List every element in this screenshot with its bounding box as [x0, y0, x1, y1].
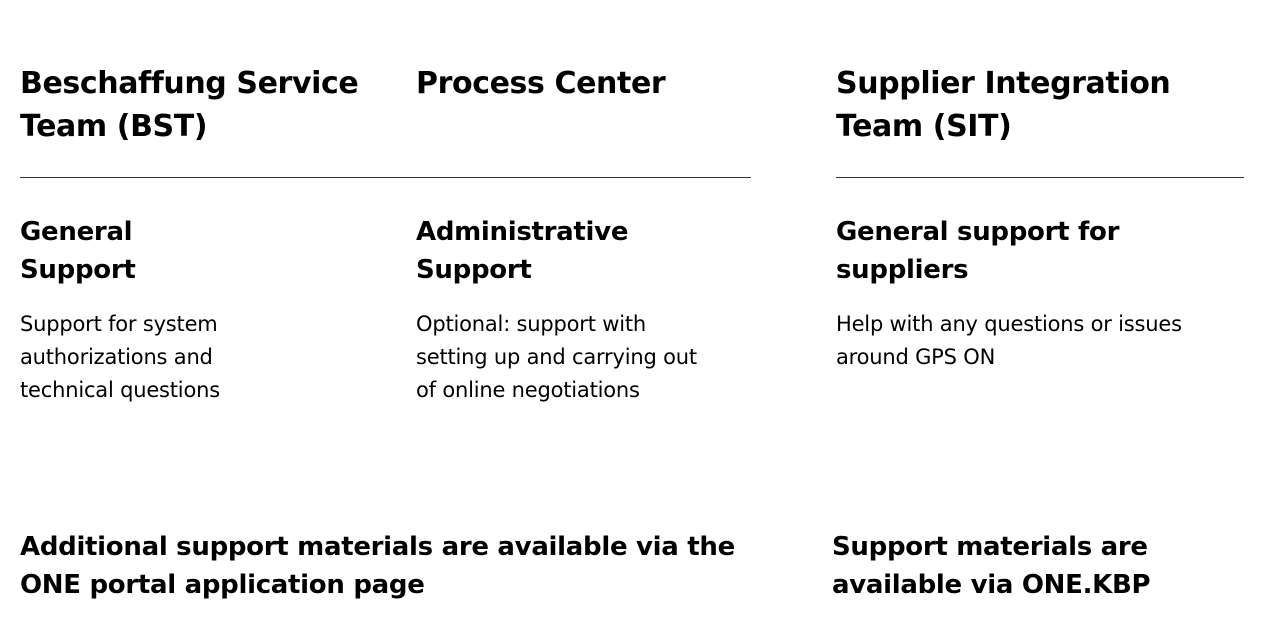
support-description-general: Support for system authorizations and te…: [20, 308, 220, 407]
team-title-line: Beschaffung Service: [20, 66, 359, 101]
team-title-sit: Supplier Integration Team (SIT): [836, 62, 1171, 148]
footer-note-line: Additional support materials are availab…: [20, 532, 735, 562]
team-title-line: Supplier Integration: [836, 66, 1171, 101]
team-title-line: Team (SIT): [836, 109, 1012, 144]
team-title-line: Team (BST): [20, 109, 208, 144]
support-description-suppliers: Help with any questions or issues around…: [836, 308, 1182, 374]
support-title-suppliers: General support for suppliers: [836, 213, 1119, 289]
support-title-line: Support: [20, 255, 136, 285]
support-description-line: Support for system: [20, 312, 218, 336]
support-description-line: authorizations and: [20, 345, 213, 369]
support-title-line: suppliers: [836, 255, 969, 285]
divider-left: [20, 177, 751, 178]
footer-note-line: Support materials are: [832, 532, 1148, 562]
footer-note-line: available via ONE.KBP: [832, 570, 1151, 600]
support-description-line: Optional: support with: [416, 312, 646, 336]
support-description-line: around GPS ON: [836, 345, 996, 369]
team-title-line: Process Center: [416, 66, 666, 101]
support-description-line: technical questions: [20, 378, 220, 402]
support-title-administrative: Administrative Support: [416, 213, 628, 289]
support-description-line: setting up and carrying out: [416, 345, 697, 369]
team-title-process-center: Process Center: [416, 62, 666, 105]
support-title-line: General support for: [836, 217, 1120, 247]
support-title-general: General Support: [20, 213, 136, 289]
support-title-line: General: [20, 217, 133, 247]
support-title-line: Administrative: [416, 217, 629, 247]
footer-note-one-kbp: Support materials are available via ONE.…: [832, 528, 1151, 604]
footer-note-one-portal: Additional support materials are availab…: [20, 528, 735, 604]
footer-note-line: ONE portal application page: [20, 570, 425, 600]
support-description-administrative: Optional: support with setting up and ca…: [416, 308, 697, 407]
support-description-line: of online negotiations: [416, 378, 640, 402]
support-title-line: Support: [416, 255, 532, 285]
divider-right: [836, 177, 1244, 178]
team-title-bst: Beschaffung Service Team (BST): [20, 62, 359, 148]
support-description-line: Help with any questions or issues: [836, 312, 1182, 336]
